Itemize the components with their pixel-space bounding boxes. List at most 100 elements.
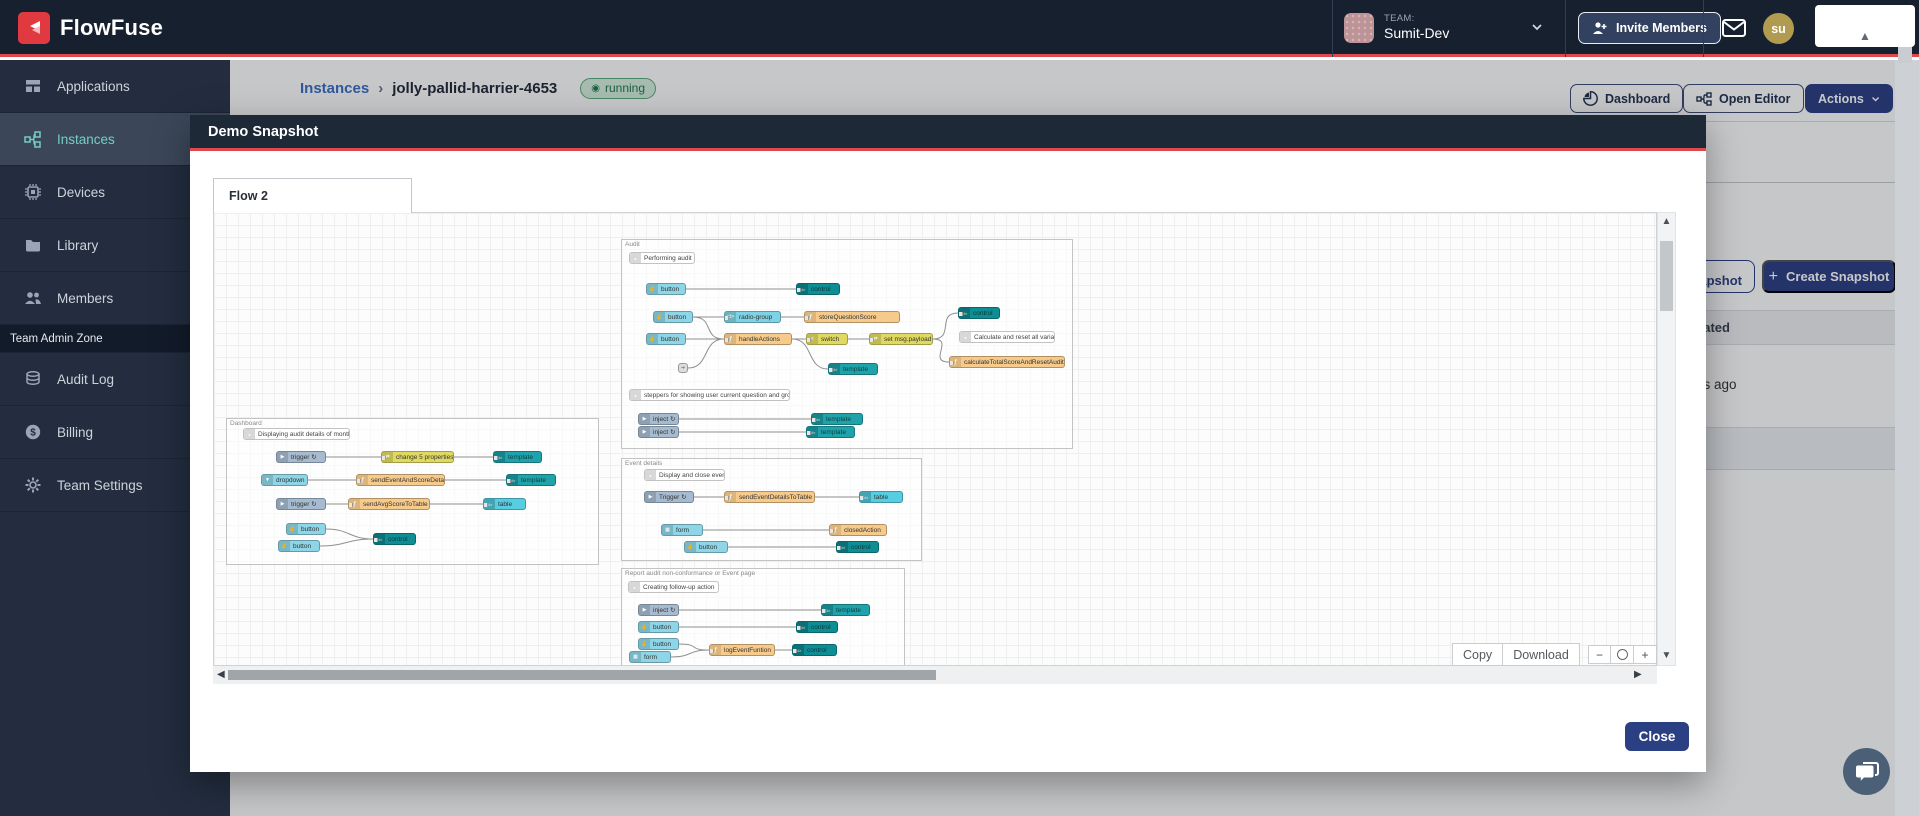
- zoom-controls: − +: [1588, 645, 1657, 664]
- flow-node-inject: ▶ inject ↻: [638, 413, 679, 425]
- vertical-scrollbar-thumb[interactable]: [1660, 241, 1673, 311]
- sidebar-item-label: Billing: [57, 424, 94, 440]
- chevron-down-icon[interactable]: [1530, 20, 1544, 39]
- canvas-vertical-scrollbar[interactable]: ▲ ▼: [1657, 212, 1676, 666]
- flow-node-function: ƒ closedAction: [829, 524, 887, 536]
- chat-bubbles-icon: [1855, 761, 1879, 781]
- zoom-reset-icon: [1616, 649, 1628, 660]
- copy-button[interactable]: Copy: [1452, 643, 1504, 666]
- horizontal-scrollbar-thumb[interactable]: [228, 670, 936, 680]
- sidebar-item-label: Devices: [57, 184, 106, 200]
- flow-node-button: ☝ button: [638, 621, 679, 633]
- flow-node-change: ⇄ change 5 properties: [381, 451, 454, 463]
- scroll-up-icon: ▲: [1859, 29, 1871, 43]
- flow-canvas[interactable]: Audit Dashboard Event details Report audit …: [213, 212, 1657, 666]
- zoom-out-label: −: [1595, 647, 1603, 662]
- flow-node-button: ☝ button: [278, 540, 320, 552]
- brand[interactable]: FlowFuse: [18, 12, 163, 44]
- demo-snapshot-modal: Demo Snapshot Flow 2 Audit Dashboard Event…: [190, 115, 1706, 772]
- flow-node-link: ➔: [678, 363, 688, 373]
- close-button[interactable]: Close: [1625, 722, 1689, 751]
- flow-node-function: ƒ sendEventAndScoreDetails: [356, 474, 445, 486]
- user-avatar[interactable]: su: [1763, 13, 1794, 44]
- scroll-left-icon[interactable]: ◀: [217, 669, 225, 680]
- devices-icon: [25, 184, 41, 200]
- tab-flow-2-label: Flow 2: [229, 189, 268, 203]
- flow-node-dropdown: ▼ dropdown: [261, 474, 308, 486]
- person-plus-icon: [1593, 22, 1607, 34]
- sidebar-item-label: Team Settings: [57, 477, 143, 493]
- flow-node-function: ƒ handleActions: [724, 333, 792, 345]
- flow-node-button: ☝ button: [646, 283, 686, 295]
- download-button-label: Download: [1513, 647, 1569, 662]
- scrollbar-thumb[interactable]: [1898, 47, 1912, 63]
- download-button[interactable]: Download: [1503, 643, 1580, 666]
- zoom-reset-button[interactable]: [1611, 645, 1634, 664]
- flow-node-comment: ● Display and close events: [644, 469, 725, 481]
- instances-icon: [24, 131, 41, 148]
- invite-members-button[interactable]: Invite Members: [1578, 12, 1722, 44]
- zoom-in-label: +: [1641, 647, 1649, 662]
- chat-widget-button[interactable]: [1843, 748, 1890, 795]
- brand-name: FlowFuse: [60, 15, 164, 40]
- modal-header: Demo Snapshot: [190, 115, 1706, 151]
- flow-node-template: </> template: [506, 474, 556, 486]
- flow-node-function: ƒ sendEventDetailsToTable: [724, 491, 815, 503]
- flow-node-control: </> control: [958, 307, 1000, 319]
- scroll-down-icon[interactable]: ▼: [1658, 650, 1675, 661]
- sidebar-item-label: Instances: [57, 131, 115, 147]
- flow-node-inject: ▶ inject ↻: [638, 604, 679, 616]
- flow-node-button: ☝ button: [638, 638, 679, 650]
- zoom-out-button[interactable]: −: [1588, 645, 1611, 664]
- scrollbar-up-button[interactable]: ▲: [1815, 5, 1915, 47]
- zoom-in-button[interactable]: +: [1634, 645, 1657, 664]
- flow-node-inject: ▶ inject ↻: [638, 426, 679, 438]
- flow-node-table: </> table: [483, 498, 526, 510]
- flow-node-comment: ● Performing audit: [629, 252, 695, 264]
- canvas-toolbar: Copy Download: [1452, 643, 1580, 666]
- flow-node-form: ▦ form: [629, 651, 671, 663]
- top-navbar: FlowFuse TEAM: Sumit-Dev Invite Members …: [0, 0, 1919, 63]
- flow-node-template: </> template: [806, 426, 855, 438]
- scroll-right-icon[interactable]: ▶: [1634, 669, 1642, 680]
- flow-node-control: </> control: [792, 644, 837, 656]
- team-selector[interactable]: TEAM: Sumit-Dev: [1344, 9, 1556, 47]
- flow-node-control: </> control: [373, 533, 416, 545]
- sidebar-item-label: Audit Log: [57, 371, 115, 387]
- flow-node-button: ☝ button: [653, 311, 693, 323]
- flow-node-template: </> template: [821, 604, 870, 616]
- invite-members-label: Invite Members: [1616, 21, 1708, 35]
- team-name: Sumit-Dev: [1384, 25, 1450, 42]
- team-label: TEAM:: [1384, 13, 1415, 25]
- flow-node-control: </> control: [836, 541, 879, 553]
- flow-node-function: ƒ calculateTotalScoreAndResetAudit: [949, 356, 1065, 368]
- mail-icon[interactable]: [1722, 19, 1746, 42]
- app-root: FlowFuse TEAM: Sumit-Dev Invite Members …: [0, 0, 1919, 816]
- sidebar-item-label: Members: [57, 290, 114, 306]
- sidebar-item-applications[interactable]: Applications: [0, 60, 230, 113]
- user-avatar-initials: su: [1771, 21, 1786, 36]
- flow-node-function: ƒ storeQuestionScore: [804, 311, 900, 323]
- scroll-up-icon[interactable]: ▲: [1658, 216, 1675, 227]
- canvas-horizontal-scrollbar[interactable]: ◀ ▶: [213, 666, 1657, 684]
- database-icon: [26, 371, 40, 385]
- sidebar-section-label: Team Admin Zone: [10, 332, 103, 345]
- flow-node-template: </> template: [811, 413, 863, 425]
- nav-divider: [1332, 0, 1333, 57]
- flow-node-comment: ● Creating follow-up action: [628, 581, 719, 593]
- page-scrollbar-track[interactable]: [1895, 60, 1919, 816]
- flow-node-control: </> control: [796, 283, 840, 295]
- flow-node-button: ☝ button: [646, 333, 686, 345]
- members-icon: [25, 292, 41, 304]
- flow-node-template: </> template: [828, 363, 878, 375]
- flow-node-table: </> table: [859, 491, 903, 503]
- sidebar-item-label: Library: [57, 237, 99, 253]
- billing-icon: $: [25, 424, 41, 440]
- team-meta: TEAM: Sumit-Dev: [1384, 13, 1450, 42]
- tab-flow-2[interactable]: Flow 2: [213, 178, 412, 213]
- flow-node-comment: ● Calculate and reset all variable: [959, 331, 1055, 343]
- flow-node-switch: < switch: [806, 333, 848, 345]
- flow-node-inject: ▶ trigger ↻: [276, 451, 326, 463]
- flow-node-comment: ● Displaying audit details of month: [243, 428, 350, 440]
- flow-wires: [307, 288, 959, 658]
